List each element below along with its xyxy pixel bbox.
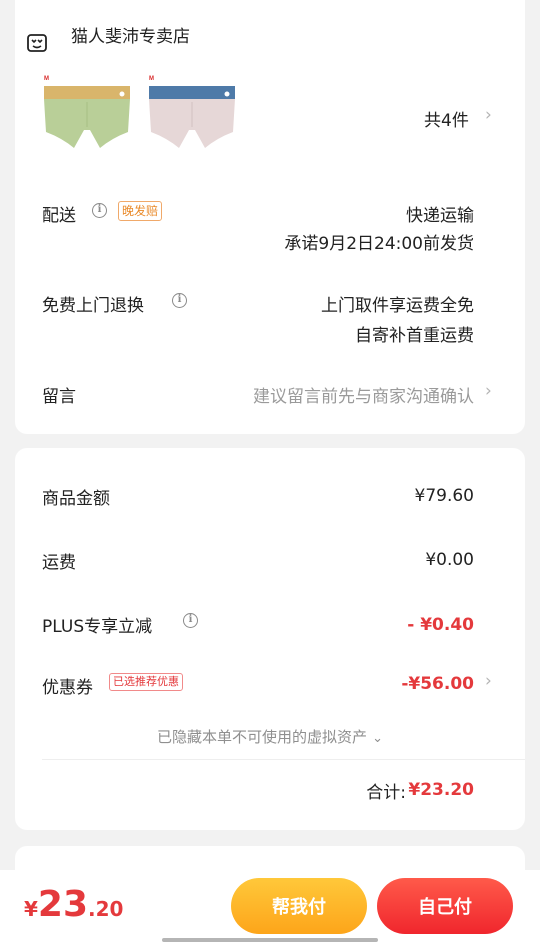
store-icon <box>27 34 47 52</box>
total-label: 合计: <box>366 783 406 803</box>
price-decimal: .20 <box>88 897 124 921</box>
plus-discount-value: - ¥0.40 <box>407 615 474 635</box>
chevron-right-icon[interactable]: › <box>485 381 492 401</box>
message-input[interactable]: 建议留言前先与商家沟通确认 <box>200 382 474 407</box>
returns-line-2: 自寄补首重运费 <box>355 326 474 346</box>
product-thumb-2[interactable]: M <box>147 72 237 158</box>
delivery-method: 快递运输 <box>406 206 474 226</box>
hidden-assets-text: 已隐藏本单不可使用的虚拟资产 <box>156 728 367 746</box>
hidden-assets-toggle[interactable]: 已隐藏本单不可使用的虚拟资产 ⌄ <box>0 726 540 747</box>
chevron-down-icon: ⌄ <box>372 731 383 746</box>
delivery-promise: 承诺9月2日24:00前发货 <box>284 234 474 254</box>
returns-label: 免费上门退换 <box>42 296 144 316</box>
brand-mark: M <box>149 76 154 82</box>
plus-discount-label: PLUS专享立减 <box>42 617 153 637</box>
item-count[interactable]: 共4件 <box>424 106 469 131</box>
chevron-right-icon[interactable]: › <box>485 671 492 691</box>
message-label: 留言 <box>42 387 76 407</box>
currency-symbol: ¥ <box>24 897 38 921</box>
footer-price: ¥23.20 <box>24 884 123 925</box>
product-thumb-1[interactable]: M <box>42 72 132 158</box>
info-icon[interactable]: i <box>183 613 198 628</box>
home-indicator[interactable] <box>162 938 378 942</box>
goods-amount-value: ¥79.60 <box>414 486 474 506</box>
coupon-value[interactable]: -¥56.00 <box>330 674 474 694</box>
info-icon[interactable]: i <box>172 293 187 308</box>
chevron-right-icon[interactable]: › <box>485 105 492 125</box>
coupon-label: 优惠券 <box>42 678 93 698</box>
total-value: ¥23.20 <box>408 780 474 800</box>
info-icon[interactable]: i <box>92 203 107 218</box>
late-delivery-badge: 晚发赔 <box>118 201 163 221</box>
delivery-label: 配送 <box>42 206 76 226</box>
shipping-value: ¥0.00 <box>425 550 474 570</box>
brand-mark: M <box>44 76 49 82</box>
returns-line-1: 上门取件享运费全免 <box>321 296 474 316</box>
help-pay-button[interactable]: 帮我付 <box>231 878 367 934</box>
shipping-label: 运费 <box>42 553 76 573</box>
store-name[interactable]: 猫人斐沛专卖店 <box>71 22 190 47</box>
divider <box>42 759 525 760</box>
coupon-badge: 已选推荐优惠 <box>109 673 183 691</box>
underwear-green-image: M <box>44 76 130 148</box>
self-pay-button[interactable]: 自己付 <box>377 878 513 934</box>
price-integer: 23 <box>37 884 89 925</box>
bottom-pay-bar: ¥23.20 帮我付 自己付 <box>0 870 540 944</box>
underwear-pink-image: M <box>149 76 235 148</box>
goods-amount-label: 商品金额 <box>42 489 110 509</box>
